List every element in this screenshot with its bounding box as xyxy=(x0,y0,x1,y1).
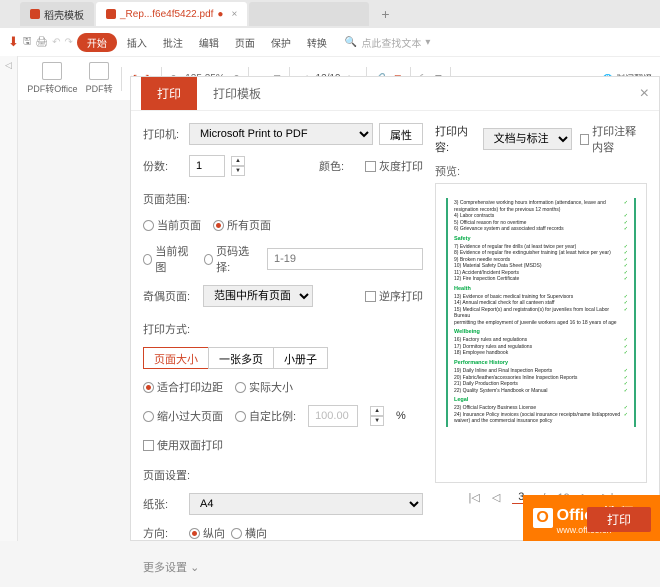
landscape-radio[interactable]: 横向 xyxy=(231,525,267,541)
range-current-radio[interactable]: 当前页面 xyxy=(143,217,201,233)
print-icon[interactable]: 🖨 xyxy=(35,37,48,48)
reverse-checkbox[interactable]: 逆序打印 xyxy=(365,288,423,304)
menu-protect[interactable]: 保护 xyxy=(265,33,297,52)
copies-input[interactable] xyxy=(189,155,225,177)
search-placeholder[interactable]: 点此查找文本 xyxy=(361,35,421,50)
properties-button[interactable]: 属性 xyxy=(379,123,423,145)
page-setup-title: 页面设置: xyxy=(143,467,423,483)
paper-select[interactable]: A4 xyxy=(189,493,423,515)
copies-label: 份数: xyxy=(143,158,183,174)
method-booklet-button[interactable]: 小册子 xyxy=(273,347,328,369)
menu-insert[interactable]: 插入 xyxy=(121,33,153,52)
menu-edit[interactable]: 编辑 xyxy=(193,33,225,52)
content-select[interactable]: 文档与标注 xyxy=(483,128,572,150)
pdf-to-office-button[interactable]: PDF转Office xyxy=(27,62,77,95)
printer-select[interactable]: Microsoft Print to PDF xyxy=(189,123,373,145)
menu-convert[interactable]: 转换 xyxy=(301,33,333,52)
annotate-checkbox[interactable]: 打印注释内容 xyxy=(580,123,647,155)
pdf-icon xyxy=(106,9,116,19)
portrait-radio[interactable]: 纵向 xyxy=(189,525,225,541)
subset-label: 奇偶页面: xyxy=(143,288,197,304)
range-select-radio[interactable]: 页码选择: xyxy=(204,243,255,275)
tab-pdf-document[interactable]: _Rep...f6e4f5422.pdf ● × xyxy=(96,2,247,26)
range-all-radio[interactable]: 所有页面 xyxy=(213,217,271,233)
chevron-down-icon[interactable]: ▾ xyxy=(425,37,430,48)
convert-icon xyxy=(42,62,62,80)
orientation-label: 方向: xyxy=(143,525,183,541)
prev-page-icon[interactable]: ◁ xyxy=(492,491,500,504)
tab-other[interactable] xyxy=(249,2,369,26)
printer-label: 打印机: xyxy=(143,126,183,142)
tab-label: _Rep...f6e4f5422.pdf xyxy=(120,9,213,20)
menu-page[interactable]: 页面 xyxy=(229,33,261,52)
office-logo-icon: O xyxy=(533,508,553,528)
page-range-input[interactable] xyxy=(267,248,423,270)
tab-templates[interactable]: 稻壳模板 xyxy=(20,2,94,26)
spinner-down-icon[interactable]: ▼ xyxy=(231,166,245,176)
method-section-title: 打印方式: xyxy=(143,321,423,337)
new-tab-button[interactable]: + xyxy=(371,2,399,26)
method-button-group: 页面大小 一张多页 小册子 xyxy=(143,347,423,369)
grayscale-checkbox[interactable]: 灰度打印 xyxy=(365,158,423,174)
pdf-convert-button[interactable]: PDF转 xyxy=(86,62,113,95)
print-preview: 3) Comprehensive working hours informati… xyxy=(435,183,647,483)
dialog-tabs: 打印 打印模板 xyxy=(131,77,659,111)
range-section-title: 页面范围: xyxy=(143,191,423,207)
redo-icon[interactable]: ↷ xyxy=(65,37,73,48)
paper-label: 纸张: xyxy=(143,496,183,512)
template-icon xyxy=(30,9,40,19)
method-size-button[interactable]: 页面大小 xyxy=(143,347,208,369)
fit-actual-radio[interactable]: 实际大小 xyxy=(235,379,293,395)
menu-start[interactable]: 开始 xyxy=(77,33,117,52)
spinner-up-icon[interactable]: ▲ xyxy=(231,156,245,166)
close-icon[interactable]: × xyxy=(640,85,649,103)
preview-label: 预览: xyxy=(435,163,647,179)
method-multi-button[interactable]: 一张多页 xyxy=(208,347,273,369)
tab-modified-indicator: ● xyxy=(217,9,223,20)
tab-label: 稻壳模板 xyxy=(44,7,84,22)
fit-shrink-radio[interactable]: 缩小过大页面 xyxy=(143,408,223,424)
app-menu-icon[interactable]: ⬇ xyxy=(8,34,19,50)
search-icon[interactable]: 🔍 xyxy=(345,37,357,48)
color-label: 颜色: xyxy=(319,158,359,174)
undo-icon[interactable]: ↶ xyxy=(52,37,60,48)
chevron-down-icon: ⌄ xyxy=(190,562,199,574)
print-dialog: 打印 打印模板 × 打印机: Microsoft Print to PDF 属性… xyxy=(130,76,660,541)
custom-scale-input[interactable] xyxy=(308,405,358,427)
duplex-checkbox[interactable]: 使用双面打印 xyxy=(143,437,423,453)
close-icon[interactable]: × xyxy=(231,9,237,20)
document-tabs: 稻壳模板 _Rep...f6e4f5422.pdf ● × + xyxy=(0,0,660,28)
convert-icon xyxy=(89,62,109,80)
menu-bar: ⬇ 🖫 🖨 ↶ ↷ 开始 插入 批注 编辑 页面 保护 转换 🔍 点此查找文本 … xyxy=(0,28,660,56)
tab-print[interactable]: 打印 xyxy=(141,77,197,110)
more-settings-link[interactable]: 更多设置 ⌄ xyxy=(143,559,423,575)
content-label: 打印内容: xyxy=(435,123,475,155)
chevron-left-icon[interactable]: ◁ xyxy=(0,60,17,71)
spinner-down-icon[interactable]: ▼ xyxy=(370,416,384,426)
first-page-icon[interactable]: |◁ xyxy=(468,491,479,504)
fit-margin-radio[interactable]: 适合打印边距 xyxy=(143,379,223,395)
side-panel-strip[interactable]: ◁ xyxy=(0,56,18,541)
print-button[interactable]: 打印 xyxy=(587,507,651,532)
tab-print-template[interactable]: 打印模板 xyxy=(197,77,277,110)
print-settings-panel: 打印机: Microsoft Print to PDF 属性 份数: ▲ ▼ 颜… xyxy=(143,123,423,575)
spinner-up-icon[interactable]: ▲ xyxy=(370,406,384,416)
preview-page: 3) Comprehensive working hours informati… xyxy=(446,198,636,427)
percent-label: % xyxy=(396,410,406,422)
subset-select[interactable]: 范围中所有页面 xyxy=(203,285,313,307)
menu-annotate[interactable]: 批注 xyxy=(157,33,189,52)
save-icon[interactable]: 🖫 xyxy=(23,34,32,51)
fit-custom-radio[interactable]: 自定比例: xyxy=(235,408,296,424)
range-view-radio[interactable]: 当前视图 xyxy=(143,243,192,275)
